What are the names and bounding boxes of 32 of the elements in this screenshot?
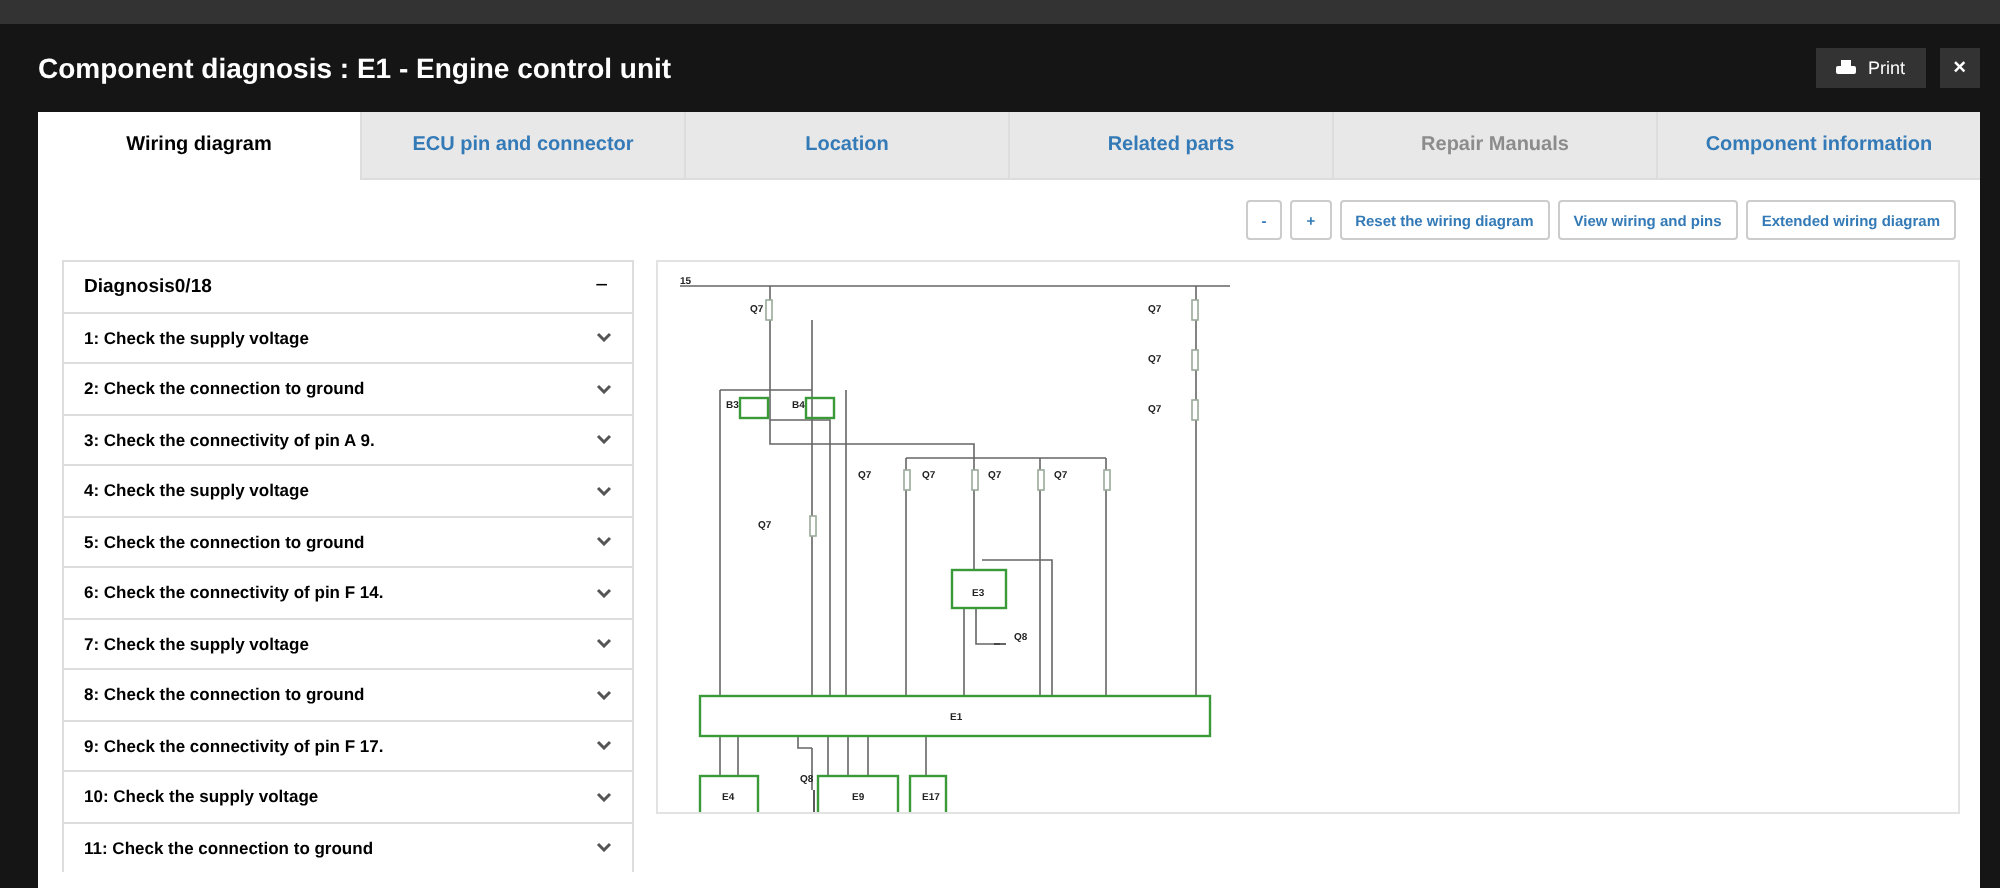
tab[interactable]: ECU pin and connector — [360, 112, 684, 180]
diagnosis-step[interactable]: 3: Check the connectivity of pin A 9. — [84, 429, 375, 450]
printer-icon — [1836, 60, 1857, 76]
diagnosis-step[interactable]: 4: Check the supply voltage — [84, 480, 309, 501]
chevron-down-icon[interactable] — [596, 434, 612, 445]
diagnosis-step[interactable]: 11: Check the connection to ground — [84, 837, 374, 858]
diagnosis-step[interactable]: 8: Check the connection to ground — [84, 684, 365, 705]
diagnosis-step[interactable]: 9: Check the connectivity of pin F 17. — [84, 735, 384, 756]
chevron-down-icon[interactable] — [596, 536, 612, 547]
diagnosis-step[interactable]: 5: Check the connection to ground — [84, 531, 365, 552]
chevron-down-icon[interactable] — [596, 842, 612, 853]
chevron-down-icon[interactable] — [596, 332, 612, 343]
diagnosis-step[interactable]: 1: Check the supply voltage — [84, 327, 309, 348]
diagnosis-step[interactable]: 10: Check the supply voltage — [84, 786, 319, 807]
chevron-down-icon[interactable] — [596, 383, 612, 394]
chevron-down-icon[interactable] — [596, 587, 612, 598]
diagnosis-title: Diagnosis0/18 — [84, 275, 212, 298]
diagnosis-step[interactable]: 7: Check the supply voltage — [84, 633, 309, 654]
print-button[interactable]: Print — [1816, 48, 1926, 88]
chevron-down-icon[interactable] — [596, 740, 612, 751]
chevron-down-icon[interactable] — [596, 485, 612, 496]
chevron-down-icon[interactable] — [596, 689, 612, 700]
window-title: Component diagnosis : E1 - Engine control unit — [38, 52, 672, 84]
chevron-down-icon[interactable] — [596, 791, 612, 802]
tab[interactable]: Related parts — [1008, 112, 1332, 180]
collapse-button[interactable]: − — [591, 274, 612, 299]
tab[interactable]: Component information — [1656, 112, 1980, 180]
tab[interactable]: Location — [684, 112, 1008, 180]
close-button[interactable]: × — [1939, 48, 1980, 88]
diagnosis-step[interactable]: 6: Check the connectivity of pin F 14. — [84, 582, 384, 603]
chevron-down-icon[interactable] — [596, 638, 612, 649]
diagnosis-step[interactable]: 2: Check the connection to ground — [84, 378, 365, 399]
